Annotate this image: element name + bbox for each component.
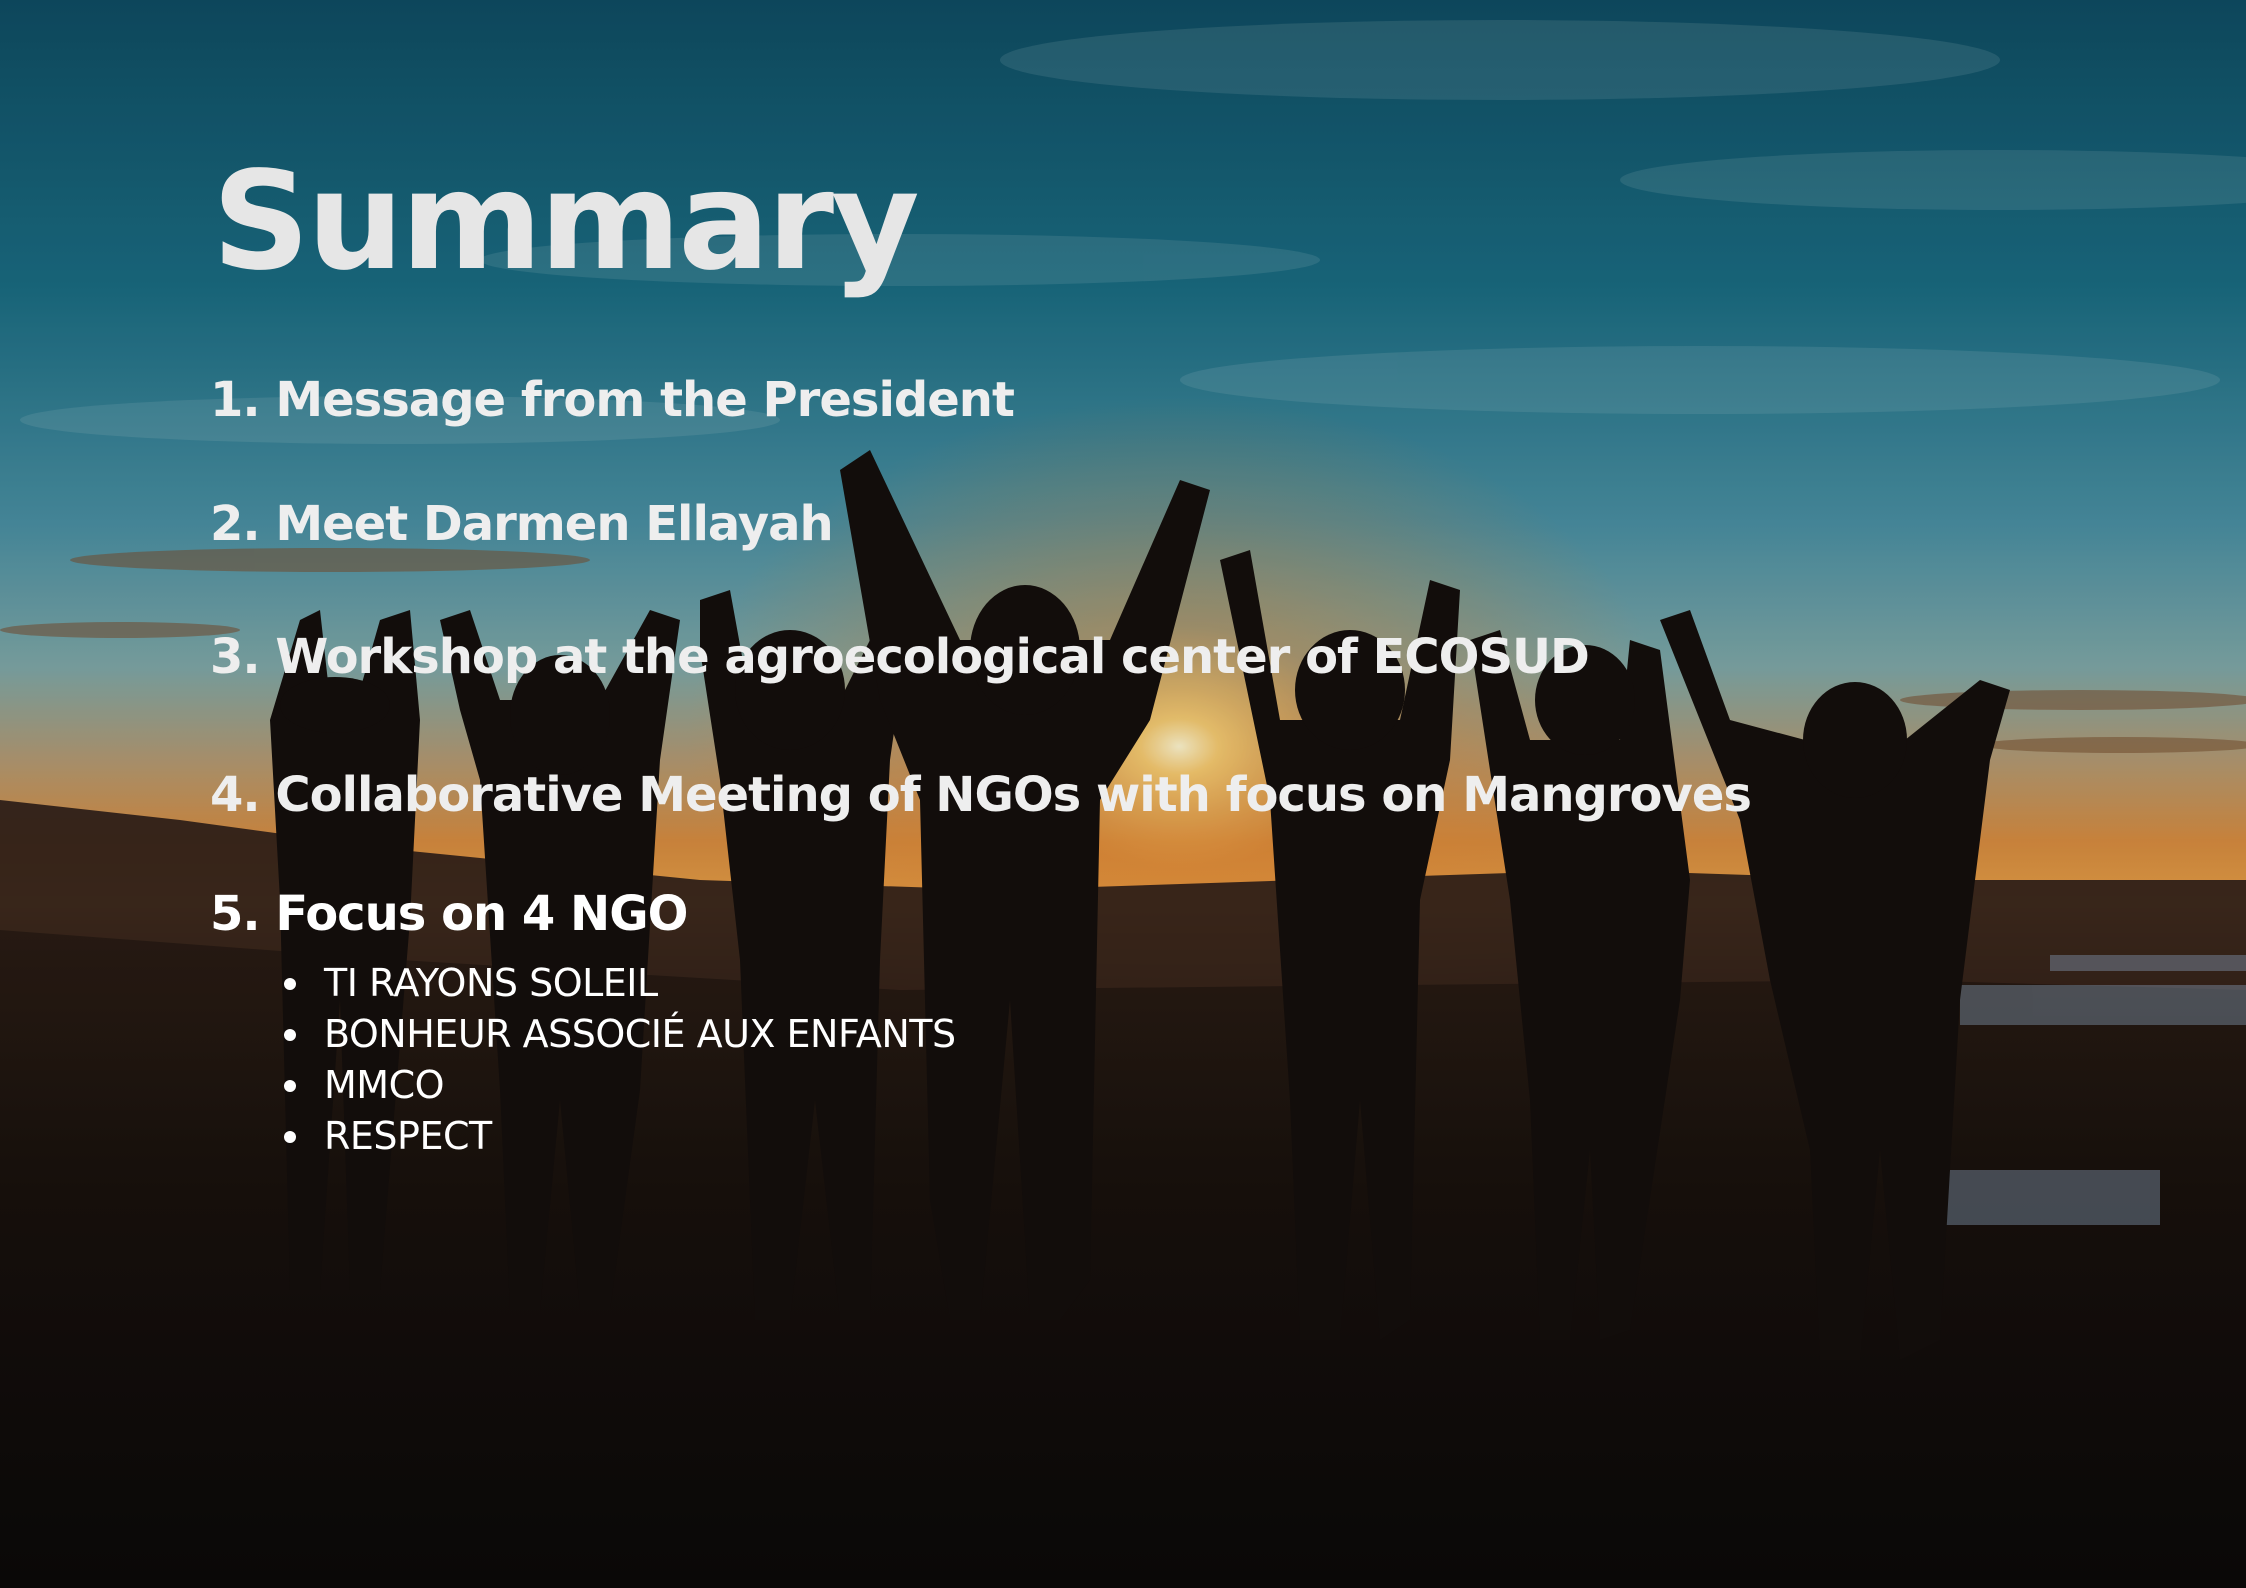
ngo-list-item: TI RAYONS SOLEIL: [280, 958, 956, 1009]
bullet-icon: [284, 978, 296, 990]
ngo-list-item: RESPECT: [280, 1111, 956, 1162]
ngo-list-item: BONHEUR ASSOCIÉ AUX ENFANTS: [280, 1009, 956, 1060]
summary-item-workshop: 3. Workshop at the agroecological center…: [210, 629, 1590, 685]
bullet-icon: [284, 1131, 296, 1143]
ngo-list-item: MMCO: [280, 1060, 956, 1111]
bullet-icon: [284, 1080, 296, 1092]
ngo-list: TI RAYONS SOLEIL BONHEUR ASSOCIÉ AUX ENF…: [280, 958, 956, 1162]
bullet-icon: [284, 1029, 296, 1041]
page-title: Summary: [212, 143, 920, 301]
summary-item-darmen: 2. Meet Darmen Ellayah: [210, 496, 834, 552]
summary-item-president: 1. Message from the President: [210, 372, 1015, 428]
summary-item-focus-ngo: 5. Focus on 4 NGO: [210, 886, 688, 942]
summary-item-mangroves: 4. Collaborative Meeting of NGOs with fo…: [210, 767, 1752, 823]
summary-page: Summary 1. Message from the President 2.…: [0, 0, 2246, 1588]
